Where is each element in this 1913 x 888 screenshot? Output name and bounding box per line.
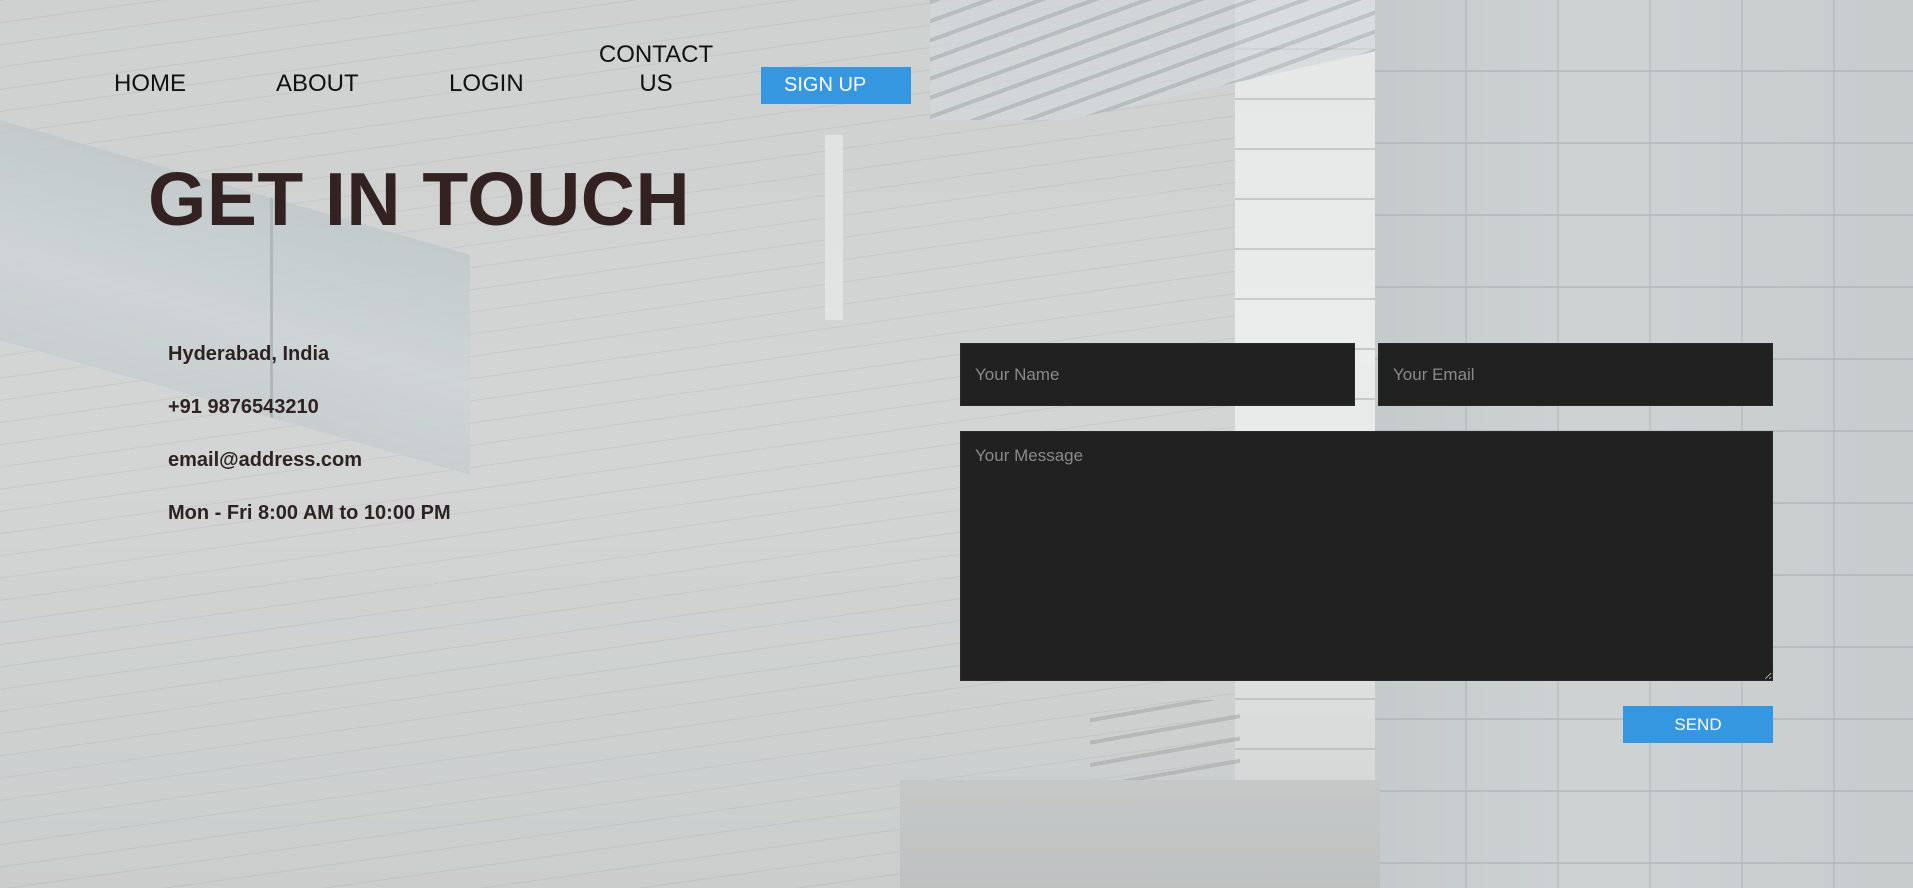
email-field[interactable] (1378, 343, 1773, 406)
contact-page: HOME ABOUT LOGIN CONTACT US SIGN UP GET … (0, 0, 1913, 888)
nav-login-link[interactable]: LOGIN (449, 69, 524, 98)
sign-up-button[interactable]: SIGN UP (761, 67, 911, 104)
nav-about-link[interactable]: ABOUT (276, 69, 359, 98)
send-button[interactable]: SEND (1623, 706, 1773, 743)
contact-info: Hyderabad, India +91 9876543210 email@ad… (168, 341, 451, 553)
contact-hours: Mon - Fri 8:00 AM to 10:00 PM (168, 502, 451, 524)
page-title: GET IN TOUCH (148, 157, 691, 241)
contact-email: email@address.com (168, 449, 363, 471)
contact-location: Hyderabad, India (168, 343, 330, 365)
name-field[interactable] (960, 343, 1355, 406)
top-navigation: HOME ABOUT LOGIN CONTACT US SIGN UP (0, 0, 1913, 120)
nav-contact-us-link[interactable]: CONTACT US (596, 40, 716, 98)
nav-home-link[interactable]: HOME (114, 69, 186, 98)
message-field[interactable] (960, 431, 1773, 681)
contact-phone: +91 9876543210 (168, 396, 319, 418)
